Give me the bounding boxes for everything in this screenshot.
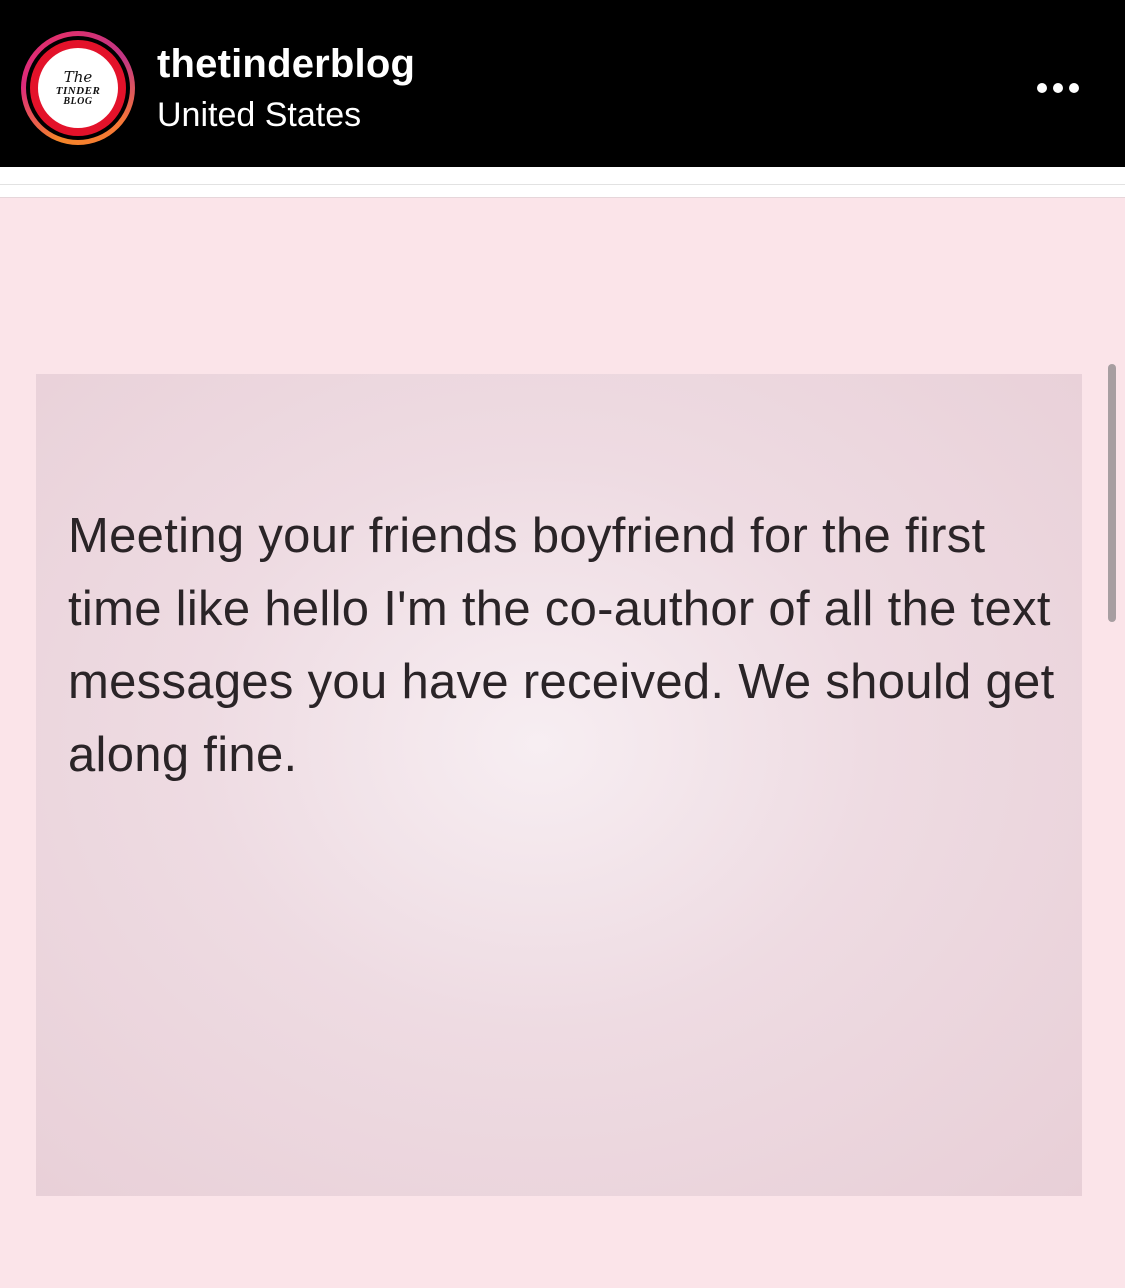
more-options-button[interactable] <box>1026 68 1090 108</box>
logo-text-blog: BLOG <box>63 95 93 107</box>
avatar[interactable]: The TINDER BLOG <box>30 40 126 136</box>
more-horizontal-icon <box>1053 83 1063 93</box>
more-horizontal-icon <box>1037 83 1047 93</box>
logo-text-tinder: TINDER <box>55 84 101 97</box>
more-horizontal-icon <box>1069 83 1079 93</box>
post-image-card: Meeting your friends boyfriend for the f… <box>36 374 1082 1196</box>
scrollbar[interactable] <box>1108 364 1116 622</box>
tinder-blog-logo: The TINDER BLOG <box>38 48 118 128</box>
username-link[interactable]: thetinderblog <box>157 42 415 87</box>
post-image-text: Meeting your friends boyfriend for the f… <box>68 509 1055 782</box>
story-ring[interactable]: The TINDER BLOG <box>21 31 135 145</box>
location-link[interactable]: United States <box>157 96 361 135</box>
logo-text-the: The <box>63 67 93 86</box>
post-header: The TINDER BLOG thetinderblog United Sta… <box>0 0 1125 167</box>
divider-line <box>0 184 1125 185</box>
header-divider <box>0 167 1125 198</box>
